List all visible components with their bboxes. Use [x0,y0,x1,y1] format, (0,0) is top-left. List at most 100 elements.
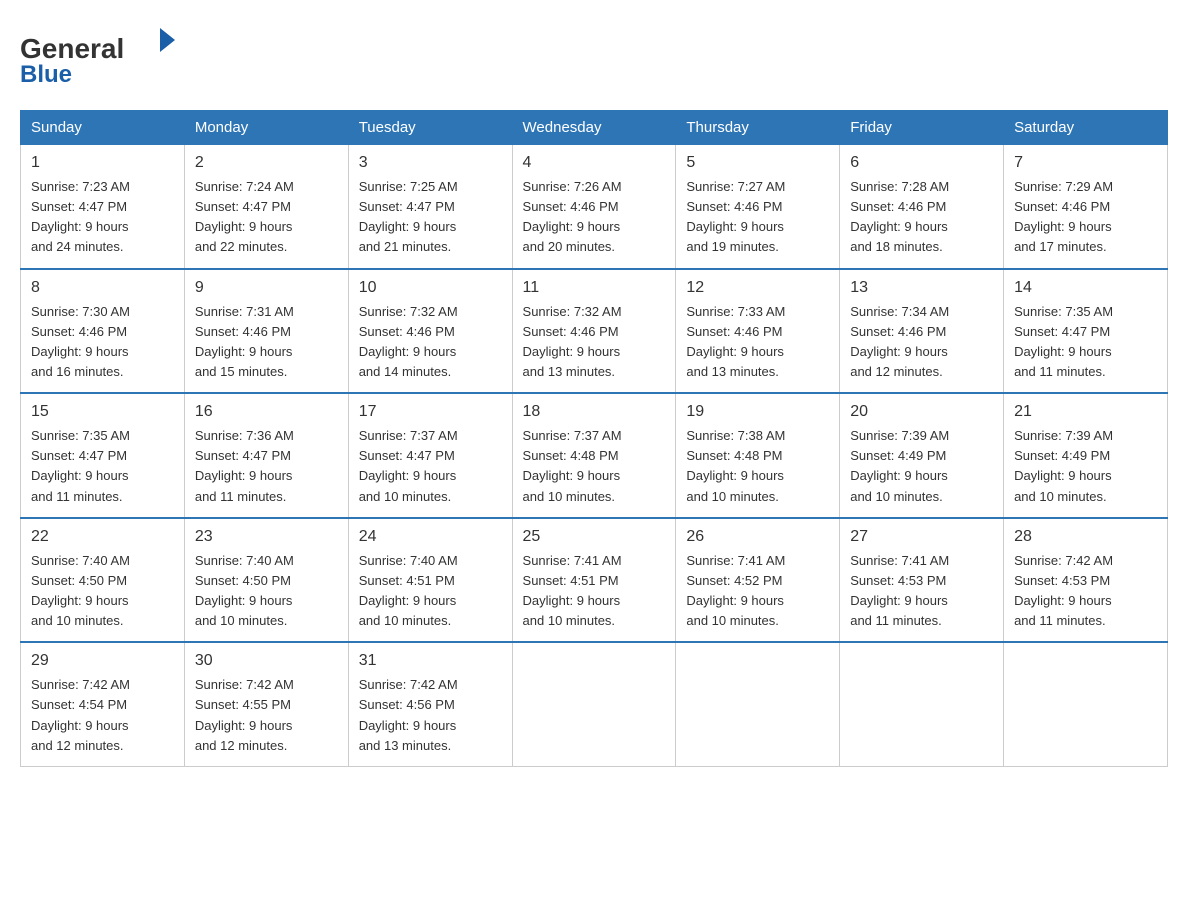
week-row-4: 22Sunrise: 7:40 AMSunset: 4:50 PMDayligh… [21,518,1168,643]
calendar-cell: 21Sunrise: 7:39 AMSunset: 4:49 PMDayligh… [1004,393,1168,518]
day-info: Sunrise: 7:26 AMSunset: 4:46 PMDaylight:… [523,177,666,258]
day-info: Sunrise: 7:41 AMSunset: 4:51 PMDaylight:… [523,551,666,632]
day-info: Sunrise: 7:37 AMSunset: 4:48 PMDaylight:… [523,426,666,507]
day-number: 23 [195,525,338,549]
day-number: 30 [195,649,338,673]
day-header-monday: Monday [184,111,348,145]
day-number: 20 [850,400,993,424]
day-info: Sunrise: 7:36 AMSunset: 4:47 PMDaylight:… [195,426,338,507]
calendar-cell: 24Sunrise: 7:40 AMSunset: 4:51 PMDayligh… [348,518,512,643]
day-number: 24 [359,525,502,549]
day-info: Sunrise: 7:32 AMSunset: 4:46 PMDaylight:… [359,302,502,383]
day-info: Sunrise: 7:35 AMSunset: 4:47 PMDaylight:… [31,426,174,507]
calendar-cell: 20Sunrise: 7:39 AMSunset: 4:49 PMDayligh… [840,393,1004,518]
calendar-cell: 19Sunrise: 7:38 AMSunset: 4:48 PMDayligh… [676,393,840,518]
calendar-cell: 12Sunrise: 7:33 AMSunset: 4:46 PMDayligh… [676,269,840,394]
calendar-cell: 18Sunrise: 7:37 AMSunset: 4:48 PMDayligh… [512,393,676,518]
day-info: Sunrise: 7:39 AMSunset: 4:49 PMDaylight:… [850,426,993,507]
day-header-tuesday: Tuesday [348,111,512,145]
day-info: Sunrise: 7:42 AMSunset: 4:55 PMDaylight:… [195,675,338,756]
calendar-cell: 15Sunrise: 7:35 AMSunset: 4:47 PMDayligh… [21,393,185,518]
day-info: Sunrise: 7:28 AMSunset: 4:46 PMDaylight:… [850,177,993,258]
week-row-5: 29Sunrise: 7:42 AMSunset: 4:54 PMDayligh… [21,642,1168,766]
page-header: General Blue [20,20,1168,90]
calendar-cell: 29Sunrise: 7:42 AMSunset: 4:54 PMDayligh… [21,642,185,766]
calendar-cell: 14Sunrise: 7:35 AMSunset: 4:47 PMDayligh… [1004,269,1168,394]
calendar-cell: 6Sunrise: 7:28 AMSunset: 4:46 PMDaylight… [840,145,1004,269]
day-info: Sunrise: 7:27 AMSunset: 4:46 PMDaylight:… [686,177,829,258]
logo-area: General Blue [20,20,190,90]
day-number: 3 [359,151,502,175]
calendar-cell: 28Sunrise: 7:42 AMSunset: 4:53 PMDayligh… [1004,518,1168,643]
day-number: 6 [850,151,993,175]
day-number: 16 [195,400,338,424]
calendar-cell: 4Sunrise: 7:26 AMSunset: 4:46 PMDaylight… [512,145,676,269]
day-info: Sunrise: 7:30 AMSunset: 4:46 PMDaylight:… [31,302,174,383]
day-number: 31 [359,649,502,673]
calendar-cell [676,642,840,766]
day-number: 28 [1014,525,1157,549]
day-number: 18 [523,400,666,424]
calendar-cell: 13Sunrise: 7:34 AMSunset: 4:46 PMDayligh… [840,269,1004,394]
calendar-cell: 2Sunrise: 7:24 AMSunset: 4:47 PMDaylight… [184,145,348,269]
day-header-wednesday: Wednesday [512,111,676,145]
calendar-cell: 1Sunrise: 7:23 AMSunset: 4:47 PMDaylight… [21,145,185,269]
svg-text:General: General [20,33,124,64]
calendar-cell: 10Sunrise: 7:32 AMSunset: 4:46 PMDayligh… [348,269,512,394]
day-number: 21 [1014,400,1157,424]
calendar-cell [840,642,1004,766]
day-info: Sunrise: 7:35 AMSunset: 4:47 PMDaylight:… [1014,302,1157,383]
day-info: Sunrise: 7:39 AMSunset: 4:49 PMDaylight:… [1014,426,1157,507]
calendar-cell: 22Sunrise: 7:40 AMSunset: 4:50 PMDayligh… [21,518,185,643]
day-number: 13 [850,276,993,300]
calendar-cell: 3Sunrise: 7:25 AMSunset: 4:47 PMDaylight… [348,145,512,269]
day-header-thursday: Thursday [676,111,840,145]
day-info: Sunrise: 7:40 AMSunset: 4:50 PMDaylight:… [31,551,174,632]
day-header-friday: Friday [840,111,1004,145]
day-info: Sunrise: 7:38 AMSunset: 4:48 PMDaylight:… [686,426,829,507]
day-number: 25 [523,525,666,549]
calendar-cell: 8Sunrise: 7:30 AMSunset: 4:46 PMDaylight… [21,269,185,394]
day-info: Sunrise: 7:29 AMSunset: 4:46 PMDaylight:… [1014,177,1157,258]
week-row-3: 15Sunrise: 7:35 AMSunset: 4:47 PMDayligh… [21,393,1168,518]
day-number: 27 [850,525,993,549]
day-info: Sunrise: 7:32 AMSunset: 4:46 PMDaylight:… [523,302,666,383]
day-number: 10 [359,276,502,300]
calendar-cell: 7Sunrise: 7:29 AMSunset: 4:46 PMDaylight… [1004,145,1168,269]
calendar-cell: 11Sunrise: 7:32 AMSunset: 4:46 PMDayligh… [512,269,676,394]
day-info: Sunrise: 7:41 AMSunset: 4:52 PMDaylight:… [686,551,829,632]
day-number: 9 [195,276,338,300]
day-number: 14 [1014,276,1157,300]
svg-text:Blue: Blue [20,61,72,88]
day-number: 22 [31,525,174,549]
calendar-cell: 9Sunrise: 7:31 AMSunset: 4:46 PMDaylight… [184,269,348,394]
day-header-row: SundayMondayTuesdayWednesdayThursdayFrid… [21,111,1168,145]
day-header-saturday: Saturday [1004,111,1168,145]
week-row-2: 8Sunrise: 7:30 AMSunset: 4:46 PMDaylight… [21,269,1168,394]
day-number: 8 [31,276,174,300]
day-number: 12 [686,276,829,300]
calendar-cell: 17Sunrise: 7:37 AMSunset: 4:47 PMDayligh… [348,393,512,518]
calendar-cell: 5Sunrise: 7:27 AMSunset: 4:46 PMDaylight… [676,145,840,269]
day-info: Sunrise: 7:42 AMSunset: 4:56 PMDaylight:… [359,675,502,756]
day-info: Sunrise: 7:25 AMSunset: 4:47 PMDaylight:… [359,177,502,258]
calendar-table: SundayMondayTuesdayWednesdayThursdayFrid… [20,110,1168,767]
day-number: 1 [31,151,174,175]
day-info: Sunrise: 7:31 AMSunset: 4:46 PMDaylight:… [195,302,338,383]
day-info: Sunrise: 7:40 AMSunset: 4:50 PMDaylight:… [195,551,338,632]
day-info: Sunrise: 7:24 AMSunset: 4:47 PMDaylight:… [195,177,338,258]
day-info: Sunrise: 7:41 AMSunset: 4:53 PMDaylight:… [850,551,993,632]
day-number: 5 [686,151,829,175]
day-header-sunday: Sunday [21,111,185,145]
day-info: Sunrise: 7:23 AMSunset: 4:47 PMDaylight:… [31,177,174,258]
day-number: 15 [31,400,174,424]
day-number: 11 [523,276,666,300]
day-number: 2 [195,151,338,175]
calendar-cell [512,642,676,766]
day-info: Sunrise: 7:33 AMSunset: 4:46 PMDaylight:… [686,302,829,383]
day-number: 29 [31,649,174,673]
calendar-cell: 30Sunrise: 7:42 AMSunset: 4:55 PMDayligh… [184,642,348,766]
logo-svg: General Blue [20,20,190,90]
calendar-cell: 16Sunrise: 7:36 AMSunset: 4:47 PMDayligh… [184,393,348,518]
calendar-cell: 23Sunrise: 7:40 AMSunset: 4:50 PMDayligh… [184,518,348,643]
